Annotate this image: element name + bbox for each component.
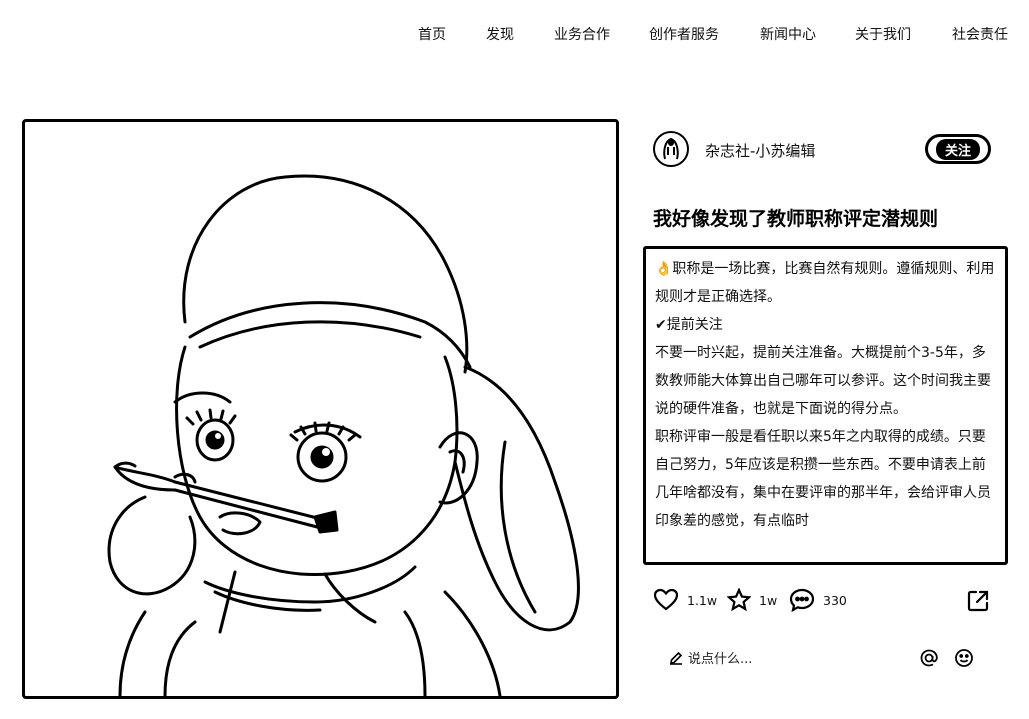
comment-button[interactable]: 330: [789, 588, 847, 612]
heart-icon: [653, 588, 679, 611]
nav-item-discover[interactable]: 发现: [486, 24, 514, 44]
follow-button-label: 关注: [935, 138, 980, 160]
author-name[interactable]: 杂志社-小苏编辑: [705, 140, 815, 161]
content-paragraph: 职称评审一般是看任职以来5年之内取得的成绩。只要自己努力，5年应该是积攒一些东西…: [655, 429, 991, 529]
at-icon[interactable]: [919, 648, 939, 668]
like-count: 1.1w: [687, 592, 718, 608]
pencil-icon: [670, 651, 683, 665]
like-button[interactable]: 1.1w: [653, 588, 717, 612]
nav-item-business[interactable]: 业务合作: [554, 24, 610, 44]
comment-bar: 说点什么...: [643, 646, 1015, 672]
nav-item-social-responsibility[interactable]: 社会责任: [952, 24, 1008, 44]
follow-button[interactable]: 关注: [925, 134, 991, 164]
comment-count: 330: [823, 592, 847, 608]
star-icon: [727, 588, 751, 612]
avatar[interactable]: [653, 131, 689, 167]
comment-input[interactable]: 说点什么...: [669, 648, 752, 667]
engagement-bar: 1.1w 1w 330: [643, 588, 1015, 618]
chat-bubble-icon: [789, 588, 815, 612]
nav-item-creator-services[interactable]: 创作者服务: [649, 24, 719, 44]
content-paragraph: 👌职称是一场比赛，比赛自然有规则。遵循规则、利用规则才是正确选择。: [655, 261, 995, 305]
post-title: 我好像发现了教师职称评定潜规则: [653, 208, 939, 230]
favorite-count: 1w: [759, 592, 778, 608]
content-paragraph: 不要一时兴起，提前关注准备。大概提前个3-5年，多数教师能大体算出自己哪年可以参…: [655, 345, 991, 417]
smiley-icon[interactable]: [954, 648, 974, 668]
nav-item-about-us[interactable]: 关于我们: [855, 24, 911, 44]
nav-item-news-center[interactable]: 新闻中心: [760, 24, 816, 44]
content-paragraph: ✔提前关注: [655, 317, 723, 333]
post-image[interactable]: [22, 119, 619, 699]
post-detail-panel: 杂志社-小苏编辑 关注 我好像发现了教师职称评定潜规则 👌职称是一场比赛，比赛自…: [643, 128, 1015, 708]
share-icon: [967, 590, 989, 612]
post-content[interactable]: 👌职称是一场比赛，比赛自然有规则。遵循规则、利用规则才是正确选择。 ✔提前关注 …: [643, 246, 1008, 565]
nav-item-home[interactable]: 首页: [418, 24, 446, 44]
author-row: 杂志社-小苏编辑 关注: [643, 128, 1015, 172]
share-button[interactable]: [965, 588, 991, 618]
favorite-button[interactable]: 1w: [727, 588, 777, 612]
comment-placeholder: 说点什么...: [688, 652, 753, 667]
top-navigation: 首页 发现 业务合作 创作者服务 新闻中心 关于我们 社会责任: [0, 24, 1029, 48]
